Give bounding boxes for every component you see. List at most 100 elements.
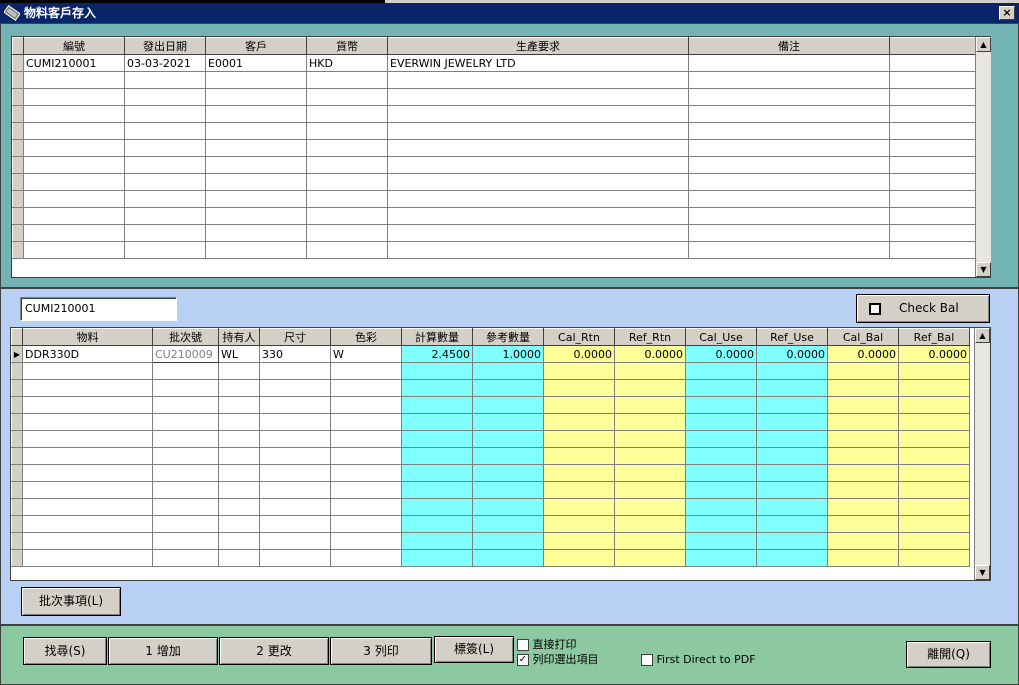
table-row[interactable]	[11, 481, 970, 499]
col-header-remarks[interactable]: 備注	[688, 37, 890, 55]
cell-calc-qty[interactable]: 2.4500	[401, 345, 473, 363]
add-label: 1 增加	[145, 644, 181, 658]
col-header-holder[interactable]: 持有人	[218, 328, 260, 346]
col-header-cal-use[interactable]: Cal_Use	[685, 328, 757, 346]
col-header-production-requirements[interactable]: 生產要求	[387, 37, 689, 55]
cell-customer[interactable]: E0001	[205, 54, 307, 72]
table-row[interactable]	[11, 413, 970, 431]
table-row[interactable]	[11, 532, 970, 550]
cell-ref-use[interactable]: 0.0000	[756, 345, 828, 363]
row-selector[interactable]	[12, 54, 24, 72]
print-button[interactable]: 3 列印	[330, 637, 432, 665]
cell-issue-date[interactable]: 03-03-2021	[124, 54, 206, 72]
col-header-currency[interactable]: 貨幣	[306, 37, 388, 55]
col-header-cal-bal[interactable]: Cal_Bal	[827, 328, 899, 346]
table-row[interactable]	[12, 207, 977, 225]
cell-material[interactable]: DDR330D	[22, 345, 153, 363]
col-header-customer[interactable]: 客戶	[205, 37, 307, 55]
table-row[interactable]	[11, 464, 970, 482]
scroll-up-icon[interactable]: ▲	[975, 328, 990, 343]
scroll-down-icon[interactable]: ▼	[976, 262, 991, 277]
col-header-batch-number[interactable]: 批次號	[152, 328, 219, 346]
print-items-option[interactable]: ✓ 列印選出項目	[517, 651, 599, 667]
col-header-ref-use[interactable]: Ref_Use	[756, 328, 828, 346]
table-row[interactable]	[11, 379, 970, 397]
direct-print-option[interactable]: 直接打印	[517, 636, 577, 652]
add-button[interactable]: 1 增加	[108, 637, 218, 665]
main-window: 物料客戶存入 × 編號 發出日期 客戶 貨幣 生產要求 備注 CUMI21000…	[0, 0, 1019, 685]
cell-extra[interactable]	[889, 54, 977, 72]
find-label: 找尋(S)	[44, 644, 86, 658]
leave-button[interactable]: 離開(Q)	[906, 641, 991, 668]
col-header-material[interactable]: 物料	[22, 328, 153, 346]
col-header-extra[interactable]	[889, 37, 977, 55]
cell-cal-rtn[interactable]: 0.0000	[543, 345, 615, 363]
cell-holder[interactable]: WL	[218, 345, 260, 363]
cell-ref-qty[interactable]: 1.0000	[472, 345, 544, 363]
window-title: 物料客戶存入	[24, 6, 97, 20]
detail-grid-scrollbar[interactable]: ▲ ▼	[974, 328, 990, 580]
cell-production-requirements[interactable]: EVERWIN JEWELRY LTD	[387, 54, 689, 72]
scroll-up-icon[interactable]: ▲	[976, 37, 991, 52]
cell-ref-rtn[interactable]: 0.0000	[614, 345, 686, 363]
label-button[interactable]: 標簽(L)	[434, 636, 514, 663]
table-row[interactable]	[12, 105, 977, 123]
table-row[interactable]	[12, 224, 977, 242]
edit-button[interactable]: 2 更改	[219, 637, 329, 665]
cell-batch-number[interactable]: CU210009	[152, 345, 219, 363]
cell-ref-bal[interactable]: 0.0000	[898, 345, 970, 363]
table-row[interactable]	[11, 362, 970, 380]
col-header-calc-qty[interactable]: 計算數量	[401, 328, 473, 346]
cell-size[interactable]: 330	[259, 345, 331, 363]
check-bal-checkbox[interactable]	[869, 303, 881, 315]
table-row[interactable]	[12, 241, 977, 259]
table-row[interactable]	[12, 139, 977, 157]
document-number-field[interactable]: CUMI210001	[20, 297, 177, 321]
col-header-ref-qty[interactable]: 參考數量	[472, 328, 544, 346]
table-row[interactable]	[11, 498, 970, 516]
table-row[interactable]	[12, 156, 977, 174]
cell-color[interactable]: W	[330, 345, 402, 363]
col-header-cal-rtn[interactable]: Cal_Rtn	[543, 328, 615, 346]
table-row[interactable]	[11, 396, 970, 414]
table-row[interactable]	[11, 447, 970, 465]
cell-currency[interactable]: HKD	[306, 54, 388, 72]
header-grid-scrollbar[interactable]: ▲ ▼	[975, 37, 991, 277]
table-row[interactable]	[12, 88, 977, 106]
pdf-checkbox[interactable]	[641, 654, 653, 666]
cell-cal-use[interactable]: 0.0000	[685, 345, 757, 363]
header-grid[interactable]: 編號 發出日期 客戶 貨幣 生產要求 備注 CUMI210001 03-03-2…	[11, 36, 991, 278]
current-row-indicator[interactable]: ▶	[11, 345, 23, 363]
direct-print-checkbox[interactable]	[517, 639, 529, 651]
col-header-ref-bal[interactable]: Ref_Bal	[898, 328, 970, 346]
table-row[interactable]	[12, 122, 977, 140]
label-label: 標簽(L)	[453, 642, 495, 656]
table-row[interactable]	[11, 515, 970, 533]
col-header-issue-date[interactable]: 發出日期	[124, 37, 206, 55]
col-header-number[interactable]: 編號	[23, 37, 125, 55]
footer-toolbar: 找尋(S) 1 增加 2 更改 3 列印 標簽(L) 直接打印 ✓ 列印選出項目…	[0, 625, 1019, 685]
table-row[interactable]	[11, 430, 970, 448]
table-row[interactable]: CUMI210001 03-03-2021 E0001 HKD EVERWIN …	[12, 54, 977, 72]
batch-items-button[interactable]: 批次事項(L)	[21, 587, 121, 616]
find-button[interactable]: 找尋(S)	[23, 637, 107, 665]
cell-cal-bal[interactable]: 0.0000	[827, 345, 899, 363]
table-row[interactable]: ▶ DDR330D CU210009 WL 330 W 2.4500 1.000…	[11, 345, 970, 363]
scroll-down-icon[interactable]: ▼	[975, 565, 990, 580]
table-row[interactable]	[12, 190, 977, 208]
app-icon	[4, 5, 20, 21]
table-row[interactable]	[11, 549, 970, 567]
print-items-checkbox[interactable]: ✓	[517, 654, 529, 666]
close-icon[interactable]: ×	[999, 6, 1015, 20]
cell-remarks[interactable]	[688, 54, 890, 72]
table-row[interactable]	[12, 173, 977, 191]
pdf-option[interactable]: First Direct to PDF	[641, 653, 756, 666]
col-header-ref-rtn[interactable]: Ref_Rtn	[614, 328, 686, 346]
col-header-color[interactable]: 色彩	[330, 328, 402, 346]
cell-number[interactable]: CUMI210001	[23, 54, 125, 72]
detail-table: 物料 批次號 持有人 尺寸 色彩 計算數量 參考數量 Cal_Rtn Ref_R…	[11, 328, 970, 567]
table-row[interactable]	[12, 71, 977, 89]
col-header-size[interactable]: 尺寸	[259, 328, 331, 346]
detail-grid[interactable]: 物料 批次號 持有人 尺寸 色彩 計算數量 參考數量 Cal_Rtn Ref_R…	[10, 327, 991, 581]
check-bal-button[interactable]: Check Bal	[856, 294, 990, 323]
